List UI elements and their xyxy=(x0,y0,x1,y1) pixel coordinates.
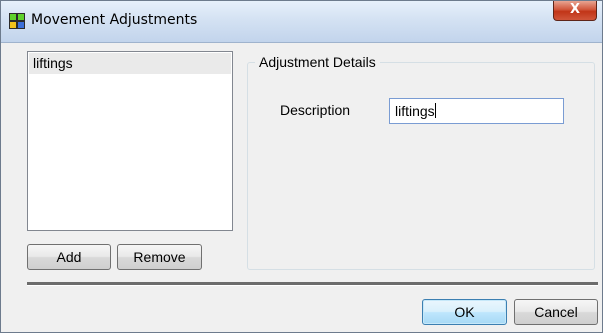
ok-button[interactable]: OK xyxy=(422,299,507,325)
window-title: Movement Adjustments xyxy=(31,12,198,28)
list-item-label: liftings xyxy=(33,55,73,71)
grid-app-icon xyxy=(9,13,25,29)
close-icon: X xyxy=(569,2,581,17)
description-value: liftings xyxy=(395,103,435,119)
remove-button[interactable]: Remove xyxy=(117,244,202,270)
description-input[interactable]: liftings xyxy=(389,98,564,124)
cancel-button-label: Cancel xyxy=(534,304,578,320)
text-caret xyxy=(434,103,436,118)
add-button-label: Add xyxy=(56,249,82,265)
adjustment-details-group xyxy=(247,62,595,270)
add-button[interactable]: Add xyxy=(27,244,111,270)
cancel-button[interactable]: Cancel xyxy=(514,299,598,325)
title-bar[interactable]: Movement Adjustments X xyxy=(1,1,602,43)
close-button[interactable]: X xyxy=(553,1,597,21)
description-label: Description xyxy=(280,102,351,118)
list-item[interactable]: liftings xyxy=(29,53,231,74)
footer-divider xyxy=(27,282,598,286)
remove-button-label: Remove xyxy=(133,249,186,265)
adjustment-details-title: Adjustment Details xyxy=(255,54,380,70)
adjustments-listbox[interactable]: liftings xyxy=(27,51,233,231)
movement-adjustments-dialog: Movement Adjustments X liftings Add Remo… xyxy=(0,0,603,333)
ok-button-label: OK xyxy=(454,304,475,320)
